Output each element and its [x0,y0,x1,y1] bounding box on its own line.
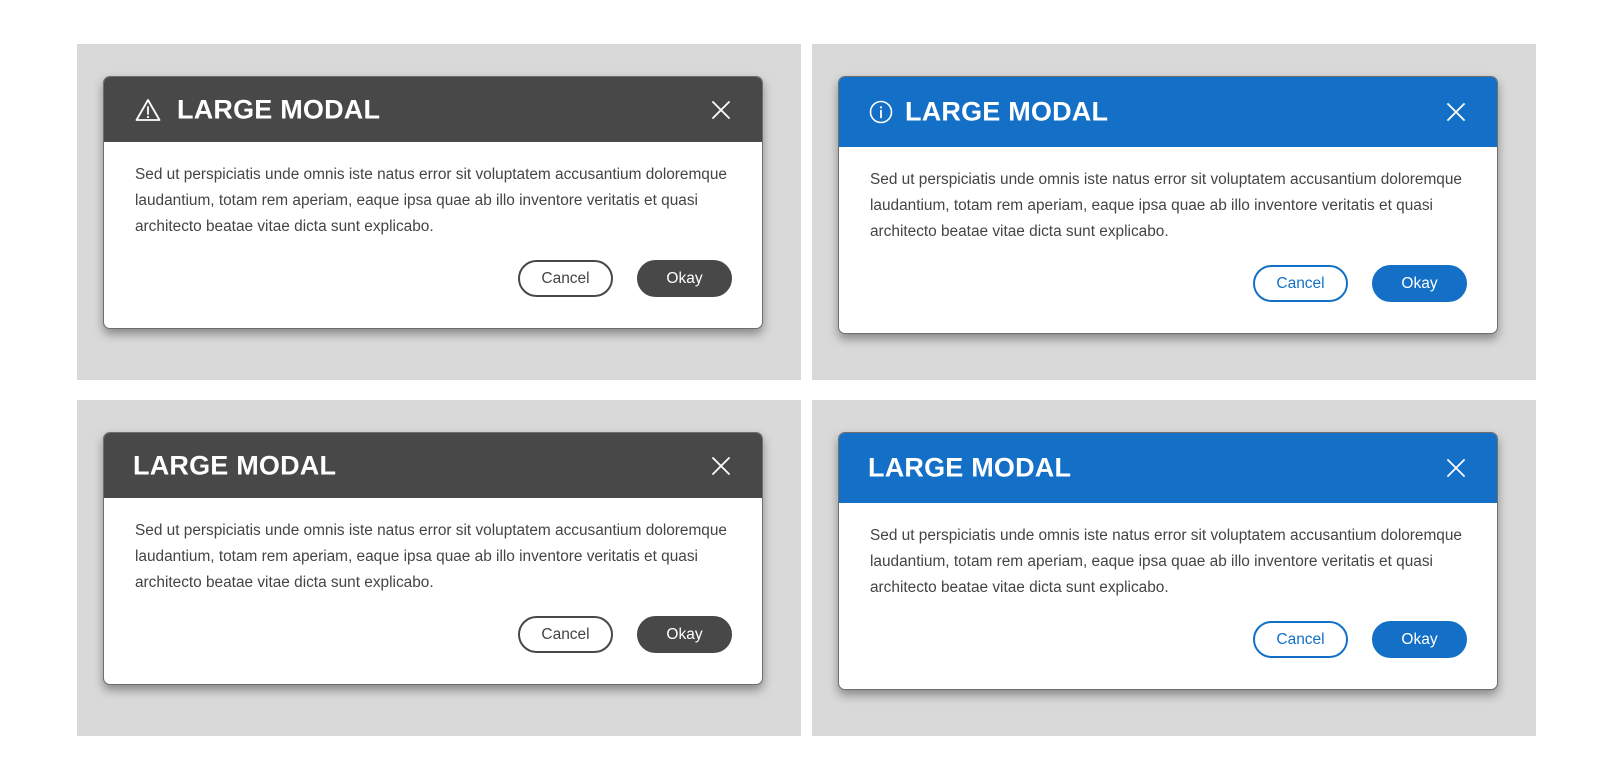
modal-actions: Cancel Okay [135,240,732,328]
modal-body: Sed ut perspiciatis unde omnis iste natu… [104,142,762,328]
cancel-button[interactable]: Cancel [518,616,613,653]
modal-body-text: Sed ut perspiciatis unde omnis iste natu… [135,166,727,235]
modal-title: LARGE MODAL [133,450,337,480]
large-modal-blue-info: LARGE MODAL Sed ut perspiciatis unde omn… [838,76,1498,334]
modal-panel-blue-plain: LARGE MODAL Sed ut perspiciatis unde omn… [812,400,1536,736]
okay-button[interactable]: Okay [1372,621,1467,658]
cancel-button[interactable]: Cancel [518,260,613,297]
modal-body-text: Sed ut perspiciatis unde omnis iste natu… [870,171,1462,240]
close-icon[interactable] [1445,457,1467,479]
modal-actions: Cancel Okay [870,245,1467,333]
modal-showcase: LARGE MODAL Sed ut perspiciatis unde omn… [0,0,1613,780]
modal-title: LARGE MODAL [177,94,381,124]
close-icon[interactable] [710,99,732,121]
modal-title: LARGE MODAL [868,452,1072,483]
close-icon[interactable] [710,455,732,477]
okay-button[interactable]: Okay [1372,265,1467,302]
large-modal-dark-plain: LARGE MODAL Sed ut perspiciatis unde omn… [103,432,763,685]
modal-actions: Cancel Okay [870,601,1467,689]
modal-actions: Cancel Okay [135,596,732,684]
modal-header: LARGE MODAL [104,77,762,142]
okay-button[interactable]: Okay [637,260,732,297]
modal-body-text: Sed ut perspiciatis unde omnis iste natu… [135,522,727,591]
modal-header: LARGE MODAL [839,433,1497,503]
cancel-button[interactable]: Cancel [1253,265,1348,302]
large-modal-blue-plain: LARGE MODAL Sed ut perspiciatis unde omn… [838,432,1498,690]
modal-body-text: Sed ut perspiciatis unde omnis iste natu… [870,527,1462,596]
cancel-button[interactable]: Cancel [1253,621,1348,658]
modal-body: Sed ut perspiciatis unde omnis iste natu… [104,498,762,684]
modal-header: LARGE MODAL [104,433,762,498]
close-icon[interactable] [1445,101,1467,123]
large-modal-dark-warning: LARGE MODAL Sed ut perspiciatis unde omn… [103,76,763,329]
modal-panel-dark-warning: LARGE MODAL Sed ut perspiciatis unde omn… [77,44,801,380]
modal-body: Sed ut perspiciatis unde omnis iste natu… [839,503,1497,689]
modal-panel-dark-plain: LARGE MODAL Sed ut perspiciatis unde omn… [77,400,801,736]
modal-body: Sed ut perspiciatis unde omnis iste natu… [839,147,1497,333]
modal-panel-blue-info: LARGE MODAL Sed ut perspiciatis unde omn… [812,44,1536,380]
modal-header: LARGE MODAL [839,77,1497,147]
modal-title: LARGE MODAL [905,96,1109,127]
warning-icon [135,97,161,123]
info-icon [869,100,893,124]
okay-button[interactable]: Okay [637,616,732,653]
